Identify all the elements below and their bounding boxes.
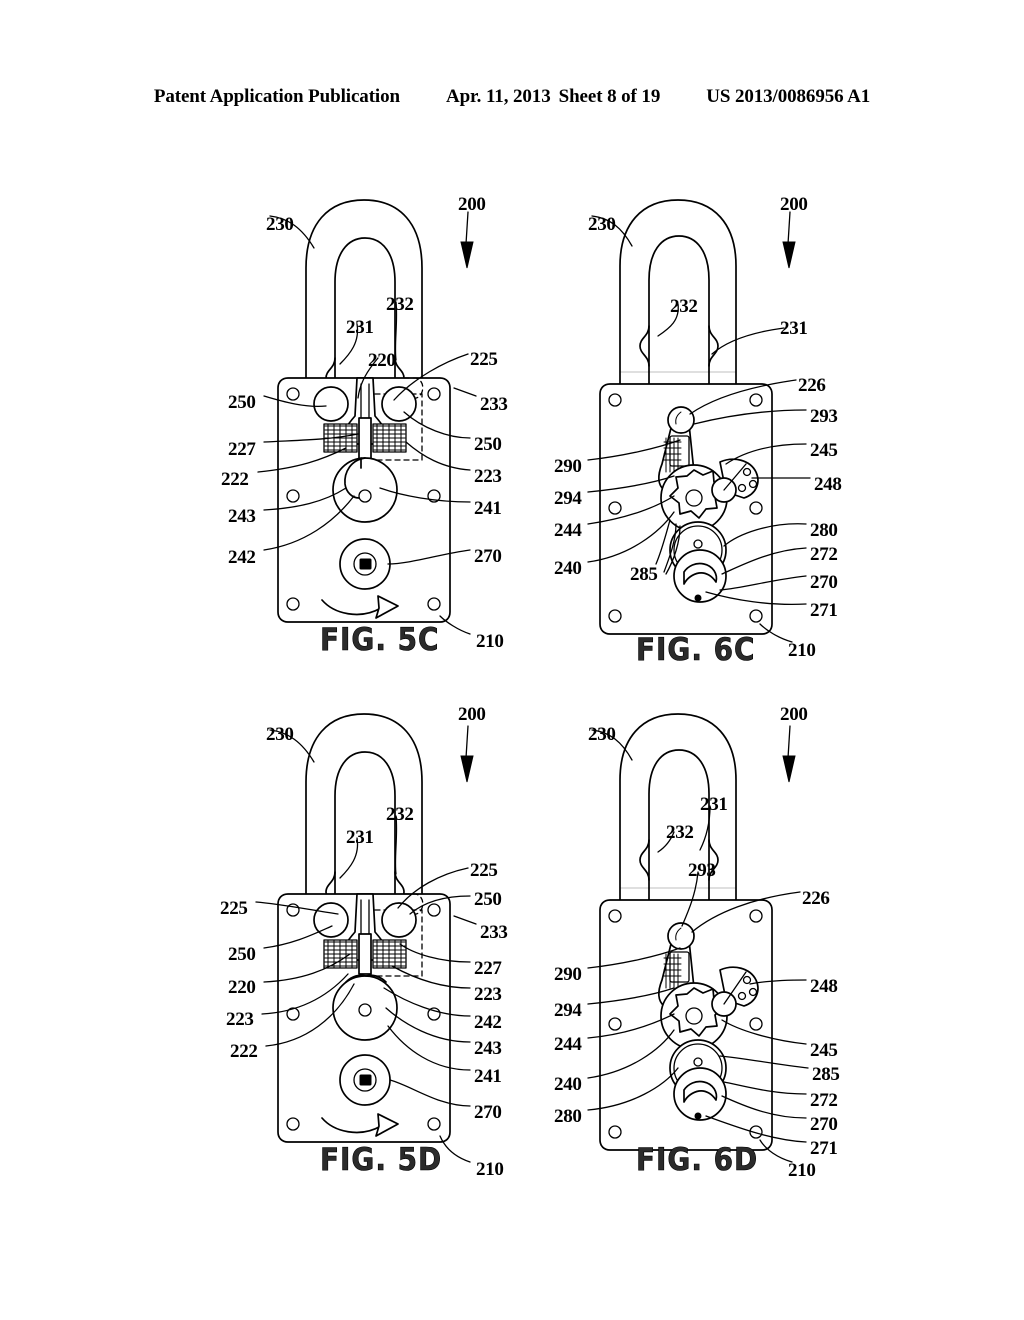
reference-numeral-240: 240 bbox=[554, 558, 582, 579]
reference-numeral-200: 200 bbox=[458, 194, 486, 215]
reference-numeral-210: 210 bbox=[476, 1159, 504, 1180]
reference-numeral-226: 226 bbox=[798, 375, 826, 396]
reference-numeral-271: 271 bbox=[810, 1138, 838, 1159]
reference-numeral-232: 232 bbox=[386, 294, 414, 315]
reference-numeral-280: 280 bbox=[554, 1106, 582, 1127]
reference-numeral-270: 270 bbox=[474, 1102, 502, 1123]
reference-numeral-231: 231 bbox=[700, 794, 728, 815]
reference-numeral-250: 250 bbox=[474, 889, 502, 910]
figure-5c-caption: FIG. 5C bbox=[320, 622, 440, 659]
reference-numeral-210: 210 bbox=[788, 640, 816, 661]
figure-5c-drawing bbox=[257, 199, 477, 635]
reference-numeral-285: 285 bbox=[812, 1064, 840, 1085]
reference-numeral-230: 230 bbox=[266, 214, 294, 235]
reference-numeral-294: 294 bbox=[554, 1000, 582, 1021]
reference-numeral-210: 210 bbox=[476, 631, 504, 652]
patent-number: US 2013/0086956 A1 bbox=[706, 86, 871, 107]
reference-numeral-225: 225 bbox=[470, 860, 498, 881]
reference-numeral-290: 290 bbox=[554, 964, 582, 985]
reference-numeral-270: 270 bbox=[810, 1114, 838, 1135]
reference-numeral-250: 250 bbox=[228, 392, 256, 413]
reference-numeral-294: 294 bbox=[554, 488, 582, 509]
reference-numeral-200: 200 bbox=[458, 704, 486, 725]
reference-numeral-200: 200 bbox=[780, 194, 808, 215]
reference-numeral-200: 200 bbox=[780, 704, 808, 725]
figure-6c: 230 200 232 231 290 294 244 240 285 226 293 245 248 2… bbox=[548, 172, 858, 672]
figure-5c: 230 200 232 231 220 250 227 222 243 242 225 233 250 2… bbox=[218, 172, 528, 672]
reference-numeral-223: 223 bbox=[226, 1009, 254, 1030]
reference-numeral-225: 225 bbox=[470, 349, 498, 370]
reference-numeral-270: 270 bbox=[810, 572, 838, 593]
publication-date: Apr. 11, 2013 bbox=[445, 86, 551, 107]
reference-numeral-231: 231 bbox=[346, 827, 374, 848]
reference-numeral-245: 245 bbox=[810, 1040, 838, 1061]
reference-numeral-241: 241 bbox=[474, 1066, 502, 1087]
figure-6d-caption: FIG. 6D bbox=[636, 1142, 759, 1179]
reference-numeral-272: 272 bbox=[810, 1090, 838, 1111]
figure-6c-caption: FIG. 6C bbox=[636, 632, 756, 669]
reference-numeral-223: 223 bbox=[474, 466, 502, 487]
reference-numeral-231: 231 bbox=[346, 317, 374, 338]
reference-numeral-248: 248 bbox=[810, 976, 838, 997]
reference-numeral-293: 293 bbox=[810, 406, 838, 427]
publication-title: Patent Application Publication bbox=[153, 86, 400, 107]
figure-6d: 230 200 231 232 293 290 294 244 240 280 226 248 245 2… bbox=[548, 682, 858, 1192]
reference-numeral-272: 272 bbox=[810, 544, 838, 565]
reference-numeral-223: 223 bbox=[474, 984, 502, 1005]
reference-numeral-222: 222 bbox=[221, 469, 249, 490]
reference-numeral-233: 233 bbox=[480, 394, 508, 415]
reference-numeral-250: 250 bbox=[228, 944, 256, 965]
reference-numeral-244: 244 bbox=[554, 1034, 582, 1055]
reference-numeral-232: 232 bbox=[386, 804, 414, 825]
reference-numeral-248: 248 bbox=[814, 474, 842, 495]
figure-5d-caption: FIG. 5D bbox=[320, 1142, 443, 1179]
reference-numeral-271: 271 bbox=[810, 600, 838, 621]
reference-numeral-220: 220 bbox=[368, 350, 396, 371]
reference-numeral-220: 220 bbox=[228, 977, 256, 998]
reference-numeral-242: 242 bbox=[474, 1012, 502, 1033]
reference-numeral-231: 231 bbox=[780, 318, 808, 339]
figure-5d: 230 200 232 231 225 250 220 223 222 225 250 233 227 2… bbox=[218, 682, 528, 1192]
reference-numeral-225: 225 bbox=[220, 898, 248, 919]
reference-numeral-243: 243 bbox=[228, 506, 256, 527]
reference-numeral-270: 270 bbox=[474, 546, 502, 567]
reference-numeral-285: 285 bbox=[630, 564, 658, 585]
reference-numeral-250: 250 bbox=[474, 434, 502, 455]
reference-numeral-227: 227 bbox=[474, 958, 502, 979]
reference-numeral-245: 245 bbox=[810, 440, 838, 461]
reference-numeral-240: 240 bbox=[554, 1074, 582, 1095]
reference-numeral-227: 227 bbox=[228, 439, 256, 460]
reference-numeral-226: 226 bbox=[802, 888, 830, 909]
reference-numeral-210: 210 bbox=[788, 1160, 816, 1181]
reference-numeral-230: 230 bbox=[266, 724, 294, 745]
page-header: Patent Application Publication Apr. 11, … bbox=[0, 86, 1024, 108]
reference-numeral-230: 230 bbox=[588, 214, 616, 235]
reference-numeral-244: 244 bbox=[554, 520, 582, 541]
reference-numeral-232: 232 bbox=[666, 822, 694, 843]
reference-numeral-241: 241 bbox=[474, 498, 502, 519]
reference-numeral-232: 232 bbox=[670, 296, 698, 317]
reference-numeral-290: 290 bbox=[554, 456, 582, 477]
reference-numeral-222: 222 bbox=[230, 1041, 258, 1062]
reference-numeral-233: 233 bbox=[480, 922, 508, 943]
sheet-number: Sheet 8 of 19 bbox=[558, 86, 661, 107]
reference-numeral-242: 242 bbox=[228, 547, 256, 568]
reference-numeral-243: 243 bbox=[474, 1038, 502, 1059]
reference-numeral-230: 230 bbox=[588, 724, 616, 745]
reference-numeral-280: 280 bbox=[810, 520, 838, 541]
reference-numeral-293: 293 bbox=[688, 860, 716, 881]
